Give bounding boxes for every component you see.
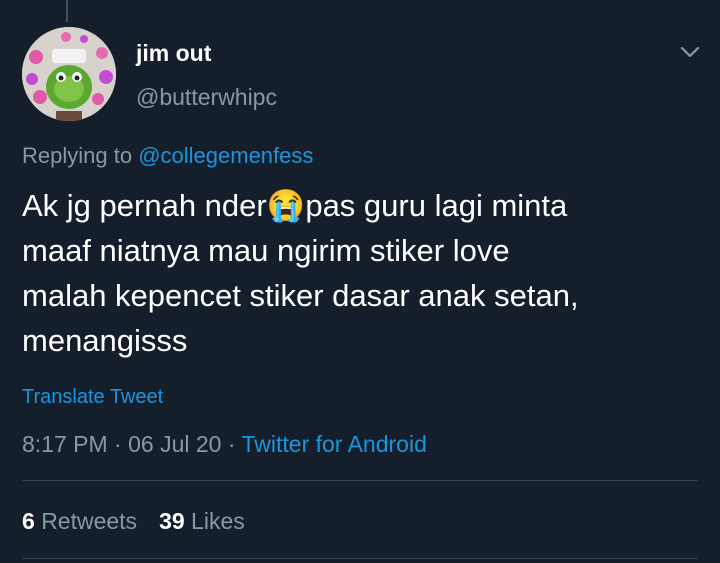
meta-separator: · [221,431,242,457]
author-handle[interactable]: @butterwhipc [136,84,277,111]
engagement-stats: 6 Retweets 39 Likes [22,508,245,535]
tweet-source-link[interactable]: Twitter for Android [242,431,427,457]
tweet-text-part-1: Ak jg pernah nder [22,188,267,223]
author-display-name[interactable]: jim out [136,40,211,67]
tweet-text: Ak jg pernah nder😭pas guru lagi minta ma… [22,183,702,363]
avatar[interactable] [22,27,116,121]
replying-to-line: Replying to @collegemenfess [22,143,313,169]
chevron-down-icon [680,46,700,58]
likes-label: Likes [191,508,245,534]
likes-stat[interactable]: 39 Likes [159,508,245,534]
more-options-button[interactable] [676,38,704,66]
avatar-photo-icon [22,27,116,121]
translate-tweet-link[interactable]: Translate Tweet [22,386,163,409]
divider-top [22,480,698,481]
divider-bottom [22,558,698,559]
retweets-count: 6 [22,508,35,534]
retweets-label: Retweets [41,508,138,534]
crying-face-emoji-icon: 😭 [266,188,306,223]
thread-connector-line [66,0,68,22]
replying-to-label: Replying to [22,143,139,168]
likes-count: 39 [159,508,185,534]
reply-mention-link[interactable]: @collegemenfess [138,143,313,168]
tweet-time[interactable]: 8:17 PM [22,431,108,457]
tweet-metadata: 8:17 PM · 06 Jul 20 · Twitter for Androi… [22,431,427,458]
retweets-stat[interactable]: 6 Retweets [22,508,137,534]
meta-separator: · [107,431,129,457]
tweet-detail: jim out @butterwhipc Replying to @colleg… [0,0,720,563]
tweet-date[interactable]: 06 Jul 20 [128,431,221,457]
